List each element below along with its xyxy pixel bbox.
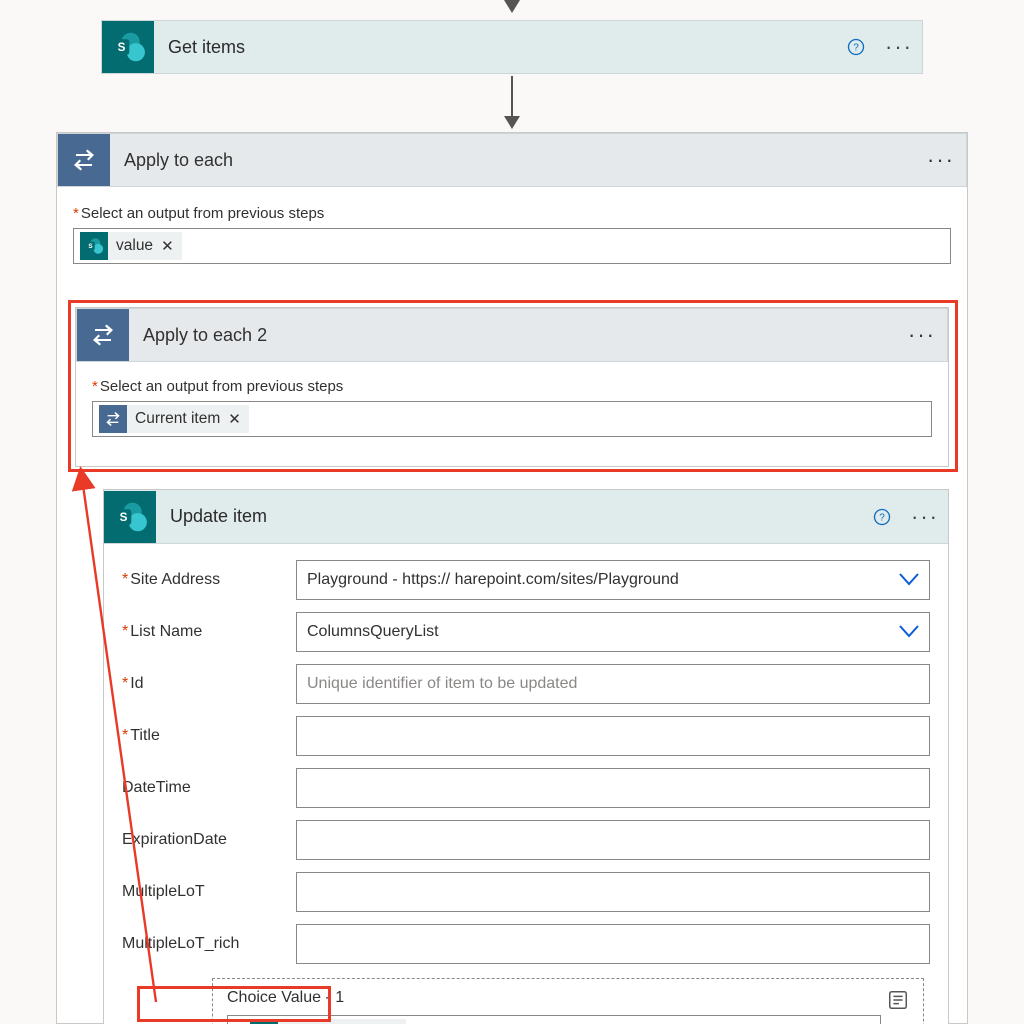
row-list-name: List Name ColumnsQueryList [104, 612, 948, 652]
sharepoint-icon: S [102, 21, 154, 73]
panel-update-item: S Update item ? ··· Site Address Playgro… [103, 489, 949, 1024]
card-title: Apply to each [110, 150, 916, 171]
row-datetime: DateTime [104, 768, 948, 808]
svg-text:?: ? [879, 512, 885, 523]
loop-icon [77, 309, 129, 361]
clear-item-icon[interactable]: ✕ [891, 1020, 909, 1024]
more-menu[interactable]: ··· [897, 322, 947, 348]
label-select-output: Select an output from previous steps [73, 205, 951, 222]
token-remove-icon[interactable]: ✕ [228, 410, 241, 428]
input-select-output[interactable]: S value ✕ [73, 228, 951, 264]
token-value[interactable]: S value ✕ [80, 232, 182, 260]
row-site-address: Site Address Playground - https:// harep… [104, 560, 948, 600]
section-choice-value: Choice Value - 1 S Choice Value ✕ ✕ [212, 978, 924, 1024]
input-choice-value[interactable]: S Choice Value ✕ [227, 1015, 881, 1024]
loop-icon [99, 405, 127, 433]
card-apply-to-each[interactable]: Apply to each ··· [57, 133, 967, 187]
flow-connector [511, 76, 513, 118]
flow-connector-arrowhead [504, 116, 520, 129]
combo-value: ColumnsQueryList [307, 623, 899, 641]
loop-icon [58, 134, 110, 186]
card-apply-to-each-2[interactable]: Apply to each 2 ··· [76, 308, 948, 362]
svg-text:?: ? [853, 42, 859, 53]
sharepoint-icon: S [250, 1019, 278, 1024]
sharepoint-icon: S [80, 232, 108, 260]
more-menu[interactable]: ··· [876, 34, 922, 60]
row-mlot-rich: MultipleLoT_rich [104, 924, 948, 964]
card-title: Get items [154, 37, 846, 58]
chevron-down-icon [899, 573, 919, 587]
combo-site-address[interactable]: Playground - https:// harepoint.com/site… [296, 560, 930, 600]
panel-apply-to-each-2: Apply to each 2 ··· Select an output fro… [75, 307, 949, 467]
flow-connector-top [504, 0, 520, 13]
help-icon[interactable]: ? [872, 507, 902, 527]
input-mlot[interactable] [296, 872, 930, 912]
label-choice-section: Choice Value - 1 [227, 989, 887, 1011]
token-choice-value[interactable]: S Choice Value ✕ [250, 1019, 406, 1024]
card-title: Update item [156, 506, 872, 527]
row-title: Title [104, 716, 948, 756]
token-label: value [116, 237, 153, 255]
input-datetime[interactable] [296, 768, 930, 808]
more-menu[interactable]: ··· [902, 504, 948, 530]
combo-list-name[interactable]: ColumnsQueryList [296, 612, 930, 652]
card-get-items[interactable]: S Get items ? ··· [101, 20, 923, 74]
input-expiration[interactable] [296, 820, 930, 860]
row-expiration: ExpirationDate [104, 820, 948, 860]
combo-value: Playground - https:// harepoint.com/site… [307, 571, 899, 589]
input-id[interactable]: Unique identifier of item to be updated [296, 664, 930, 704]
more-menu[interactable]: ··· [916, 147, 966, 173]
input-title[interactable] [296, 716, 930, 756]
row-mlot: MultipleLoT [104, 872, 948, 912]
switch-mode-icon[interactable] [887, 989, 909, 1011]
input-select-output[interactable]: Current item ✕ [92, 401, 932, 437]
panel-apply-to-each: Apply to each ··· Select an output from … [56, 132, 968, 1024]
token-remove-icon[interactable]: ✕ [161, 237, 174, 255]
input-mlot-rich[interactable] [296, 924, 930, 964]
help-icon[interactable]: ? [846, 37, 876, 57]
annotation-arrow [76, 472, 176, 1012]
row-id: Id Unique identifier of item to be updat… [104, 664, 948, 704]
chevron-down-icon [899, 625, 919, 639]
token-label: Current item [135, 410, 220, 428]
card-title: Apply to each 2 [129, 325, 897, 346]
token-current-item[interactable]: Current item ✕ [99, 405, 249, 433]
card-update-item[interactable]: S Update item ? ··· [104, 490, 948, 544]
label-select-output: Select an output from previous steps [92, 378, 932, 395]
